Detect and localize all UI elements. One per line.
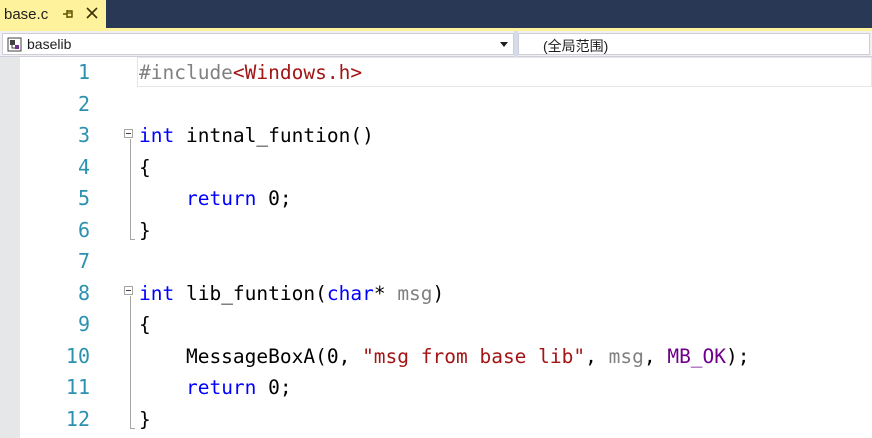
scope-label: (全局范围) <box>543 38 609 54</box>
code-text[interactable]: { <box>139 309 151 340</box>
close-icon[interactable] <box>85 6 99 20</box>
project-name: baselib <box>27 36 72 52</box>
code-token: MessageBoxA(0, <box>139 344 363 368</box>
code-token: #include <box>139 61 233 84</box>
code-token: intnal_funtion() <box>174 124 374 147</box>
code-token: { <box>139 155 151 179</box>
line-number: 11 <box>65 375 90 399</box>
code-text[interactable]: } <box>139 404 151 435</box>
code-text[interactable]: #include<Windows.h> <box>139 57 362 88</box>
project-icon <box>7 37 22 52</box>
code-token: ) <box>432 281 445 305</box>
chevron-down-icon[interactable] <box>500 42 508 47</box>
line-number: 1 <box>77 60 90 84</box>
scope-dropdown[interactable]: (全局范围) <box>518 33 870 55</box>
code-token: { <box>139 313 151 336</box>
code-text[interactable]: int intnal_funtion() <box>139 120 374 151</box>
line-number: 12 <box>65 406 90 431</box>
line-number: 3 <box>77 123 90 147</box>
code-line[interactable]: 2 <box>0 89 872 121</box>
line-number: 2 <box>77 91 90 116</box>
collapse-icon[interactable] <box>124 129 133 138</box>
document-tab-bar: base.c <box>0 0 872 31</box>
code-token: msg <box>608 344 644 368</box>
tab-label: base.c <box>4 6 49 23</box>
code-token: lib_funtion( <box>174 281 327 305</box>
code-token: } <box>139 218 151 242</box>
code-editor[interactable]: 1 #include<Windows.h> 2 3 int intnal_funtion… <box>0 57 872 438</box>
code-text[interactable]: MessageBoxA(0, "msg from base lib", msg,… <box>139 341 750 372</box>
code-text[interactable]: { <box>139 152 151 183</box>
line-number: 5 <box>77 186 90 210</box>
code-token: return <box>185 187 257 210</box>
code-token: , <box>643 344 668 368</box>
project-dropdown[interactable]: baselib <box>2 33 514 55</box>
code-text[interactable]: return 0; <box>139 183 292 214</box>
code-token: ); <box>726 344 750 368</box>
collapse-icon[interactable] <box>124 286 133 295</box>
code-token: msg <box>397 281 433 305</box>
code-token: * <box>373 281 398 305</box>
navigation-bar: baselib (全局范围) <box>0 31 872 57</box>
line-number: 6 <box>77 217 90 242</box>
code-token: , <box>585 344 609 368</box>
code-text[interactable]: return 0; <box>139 372 292 403</box>
code-token: int <box>139 281 175 305</box>
code-token: } <box>139 407 151 431</box>
code-token: MB_OK <box>667 344 727 368</box>
line-number: 9 <box>77 312 90 336</box>
code-text[interactable]: } <box>139 215 151 246</box>
tab-base-c[interactable]: base.c <box>0 0 106 31</box>
code-line[interactable]: 7 <box>0 246 872 278</box>
line-number: 4 <box>77 154 90 179</box>
fold-end <box>130 428 135 429</box>
code-token: int <box>139 124 175 147</box>
code-text[interactable]: int lib_funtion(char* msg) <box>139 278 444 309</box>
fold-end <box>130 239 135 240</box>
code-token: return <box>185 376 257 399</box>
line-number: 7 <box>77 249 90 273</box>
code-token: <Windows.h> <box>232 61 363 84</box>
fold-guide <box>130 139 131 239</box>
code-token: "msg from base lib" <box>362 344 586 368</box>
code-token: 0; <box>256 187 292 210</box>
code-line[interactable]: 1 #include<Windows.h> <box>0 57 872 89</box>
code-token: char <box>326 281 374 305</box>
pin-icon[interactable] <box>62 7 74 21</box>
fold-guide <box>130 296 131 428</box>
line-number: 10 <box>65 343 90 368</box>
code-token: 0; <box>256 376 292 399</box>
line-number: 8 <box>77 280 90 305</box>
